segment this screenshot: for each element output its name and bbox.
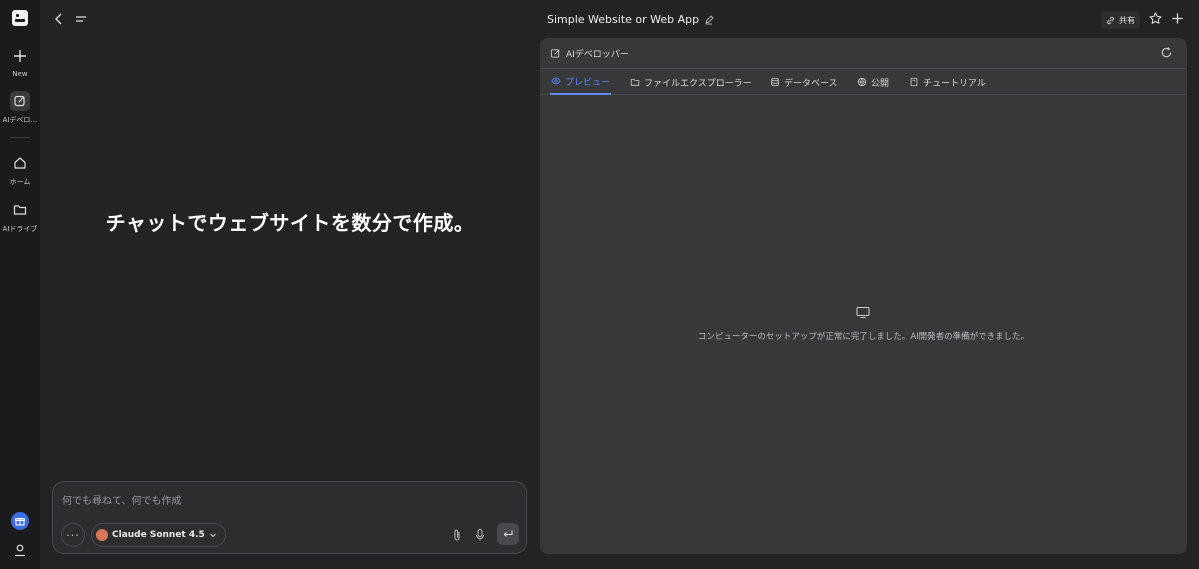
model-selector[interactable]: Claude Sonnet 4.5 xyxy=(91,523,226,547)
ellipsis-icon: ··· xyxy=(66,528,80,542)
share-label: 共有 xyxy=(1119,15,1135,25)
tab-label: 公開 xyxy=(871,78,890,89)
microphone-icon[interactable] xyxy=(474,528,486,542)
tab-file-explorer[interactable]: ファイルエクスプローラー xyxy=(629,69,753,95)
sidebar-item-ai-developer[interactable]: AIデベロ… xyxy=(0,91,40,125)
edit-square-icon xyxy=(10,91,30,111)
developer-panel: AIデベロッパー プレビュー ファイルエクスプローラー データベース 公開 チュ… xyxy=(540,38,1187,554)
tab-label: チュートリアル xyxy=(923,78,986,89)
new-button[interactable]: New xyxy=(0,46,40,78)
app-logo-icon[interactable] xyxy=(12,10,28,26)
status-message: コンピューターのセットアップが正常に完了しました。AI開発者の準備ができました。 xyxy=(697,332,1030,342)
home-icon xyxy=(14,157,26,169)
more-options-button[interactable]: ··· xyxy=(61,523,85,547)
back-chevron-icon[interactable] xyxy=(52,11,66,27)
left-rail: New AIデベロ… ホーム AIドライブ xyxy=(0,0,40,569)
tab-tutorial[interactable]: チュートリアル xyxy=(908,69,987,95)
chat-headline: チャットでウェブサイトを数分で作成。 xyxy=(105,211,475,235)
project-title-text: Simple Website or Web App xyxy=(547,13,700,26)
new-label: New xyxy=(12,70,28,78)
monitor-icon xyxy=(856,307,870,318)
share-button[interactable]: 共有 xyxy=(1101,11,1140,29)
sidebar-item-label: ホーム xyxy=(9,178,31,186)
panel-tabs: プレビュー ファイルエクスプローラー データベース 公開 チュートリアル xyxy=(540,69,1187,95)
tab-label: ファイルエクスプローラー xyxy=(644,78,752,89)
tab-label: プレビュー xyxy=(565,77,611,88)
enter-arrow-icon xyxy=(503,530,513,537)
folder-icon xyxy=(630,79,640,86)
model-name: Claude Sonnet 4.5 xyxy=(112,530,205,540)
refresh-icon[interactable] xyxy=(1160,46,1173,59)
plus-icon xyxy=(14,50,26,62)
tab-label: データベース xyxy=(784,78,838,89)
chat-input[interactable] xyxy=(62,491,502,511)
claude-logo-icon xyxy=(96,529,108,541)
chevron-down-icon xyxy=(209,533,216,538)
sidebar-item-label: AIデベロ… xyxy=(2,116,38,124)
menu-lines-icon[interactable] xyxy=(74,11,88,27)
globe-icon xyxy=(857,77,867,87)
rail-divider xyxy=(10,137,30,138)
pencil-icon[interactable] xyxy=(704,14,714,25)
panel-title: AIデベロッパー xyxy=(550,47,629,60)
send-button[interactable] xyxy=(497,523,519,545)
paperclip-icon[interactable] xyxy=(451,528,463,542)
sidebar-item-home[interactable]: ホーム xyxy=(0,153,40,187)
gift-button[interactable] xyxy=(11,512,29,530)
chat-composer: ··· Claude Sonnet 4.5 xyxy=(52,481,527,554)
edit-square-icon xyxy=(550,49,560,58)
database-icon xyxy=(771,77,779,87)
tab-database[interactable]: データベース xyxy=(769,69,839,95)
project-title[interactable]: Simple Website or Web App xyxy=(547,13,714,26)
plus-icon[interactable] xyxy=(1170,11,1185,26)
eye-icon xyxy=(551,77,561,85)
star-icon[interactable] xyxy=(1148,11,1163,26)
book-icon xyxy=(910,77,918,87)
tab-preview[interactable]: プレビュー xyxy=(550,69,612,95)
panel-title-text: AIデベロッパー xyxy=(566,50,629,60)
link-icon xyxy=(1107,16,1114,24)
gift-icon xyxy=(15,518,25,526)
panel-header: AIデベロッパー xyxy=(540,38,1187,69)
user-profile-icon[interactable] xyxy=(12,542,28,558)
tab-publish[interactable]: 公開 xyxy=(856,69,890,95)
